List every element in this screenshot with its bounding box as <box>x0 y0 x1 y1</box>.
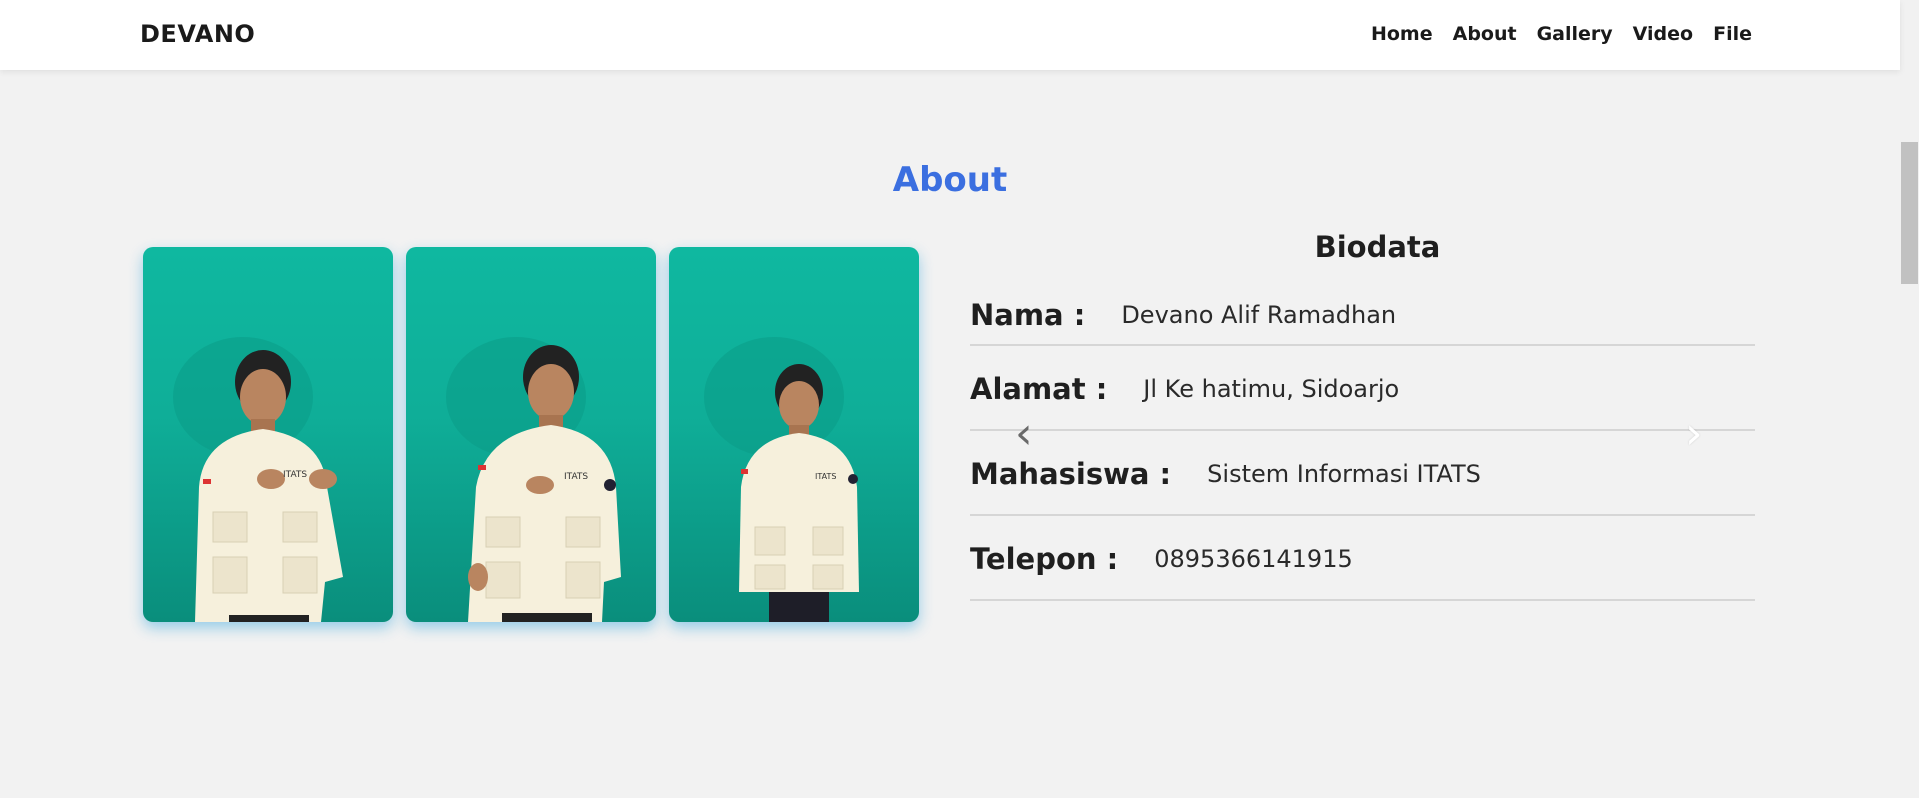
nav-link-video[interactable]: Video <box>1633 23 1693 45</box>
person-photo-2: ITATS <box>446 337 621 622</box>
nav-link-gallery[interactable]: Gallery <box>1537 23 1613 45</box>
biodata-label: Nama : <box>970 298 1086 332</box>
biodata-row-telepon: Telepon : 0895366141915 <box>970 516 1755 601</box>
svg-text:ITATS: ITATS <box>564 472 588 482</box>
biodata-label: Mahasiswa : <box>970 456 1172 491</box>
navbar: DEVANO Home About Gallery Video File <box>0 0 1900 70</box>
svg-text:ITATS: ITATS <box>815 472 836 481</box>
person-photo-3: ITATS <box>704 337 859 622</box>
section-title-about: About <box>892 160 1008 200</box>
biodata-title: Biodata <box>1314 230 1441 264</box>
biodata-panel: Biodata Nama : Devano Alif Ramadhan Alam… <box>970 230 1755 601</box>
biodata-label: Telepon : <box>970 541 1119 576</box>
biodata-row-nama: Nama : Devano Alif Ramadhan <box>970 284 1755 346</box>
svg-text:ITATS: ITATS <box>283 470 307 480</box>
chevron-left-icon[interactable]: ‹ <box>1015 412 1033 456</box>
page-scrollbar-thumb[interactable] <box>1901 142 1918 284</box>
biodata-value: Devano Alif Ramadhan <box>1121 301 1397 329</box>
biodata-row-mahasiswa: Mahasiswa : Sistem Informasi ITATS <box>970 431 1755 516</box>
biodata-label: Alamat : <box>970 371 1108 406</box>
nav-links: Home About Gallery Video File <box>1371 23 1752 45</box>
nav-link-home[interactable]: Home <box>1371 23 1433 45</box>
chevron-right-icon[interactable]: › <box>1685 412 1703 456</box>
photo-standing-pose: ITATS <box>669 247 919 622</box>
person-photo-1: ITATS <box>173 337 343 622</box>
nav-link-about[interactable]: About <box>1453 23 1517 45</box>
page-scrollbar-track[interactable] <box>1900 0 1919 798</box>
brand-logo[interactable]: DEVANO <box>140 20 255 48</box>
nav-link-file[interactable]: File <box>1713 23 1752 45</box>
biodata-row-alamat: Alamat : Jl Ke hatimu, Sidoarjo <box>970 346 1755 431</box>
biodata-value: Sistem Informasi ITATS <box>1207 459 1481 488</box>
photo-hands-on-chest: ITATS <box>143 247 393 622</box>
biodata-value: 0895366141915 <box>1154 544 1353 573</box>
photo-pointing-pose: ITATS <box>406 247 656 622</box>
biodata-value: Jl Ke hatimu, Sidoarjo <box>1143 374 1400 403</box>
